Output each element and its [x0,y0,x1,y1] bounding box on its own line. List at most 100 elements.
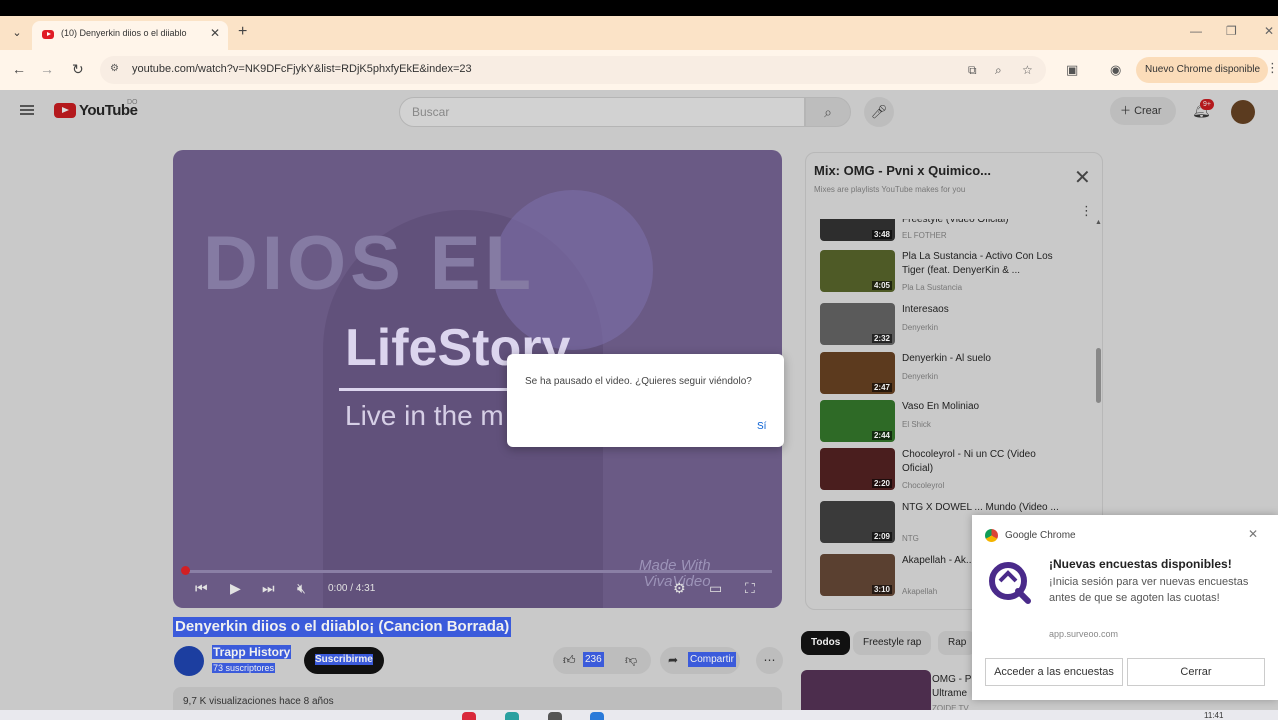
taskbar-app-icon[interactable] [505,712,519,720]
item-channel: Akapellah [902,587,938,596]
close-icon[interactable]: ✕ [1074,165,1091,190]
masthead: YouTube DO Buscar ⌕ 🎤︎ ＋ Crear 🔔︎ 9+ [0,90,1278,134]
video-overlay-live: Live in the m [345,400,504,431]
item-title: Pla La Sustancia - Activo Con Los Tiger … [902,251,1053,276]
subscriber-count: 73 suscriptores [212,663,276,673]
avatar[interactable] [1231,100,1255,124]
previous-icon[interactable]: ⏮ [195,580,208,597]
bookmark-star-icon[interactable]: ☆ [1022,63,1033,77]
tab-search-button[interactable]: ⌄ [8,24,26,42]
chip-rap[interactable]: Rap [938,631,977,655]
create-button[interactable]: ＋ Crear [1110,97,1176,125]
notification-app-name: Google Chrome [1005,530,1076,541]
mute-icon[interactable]: 🔇︎ [297,580,306,597]
item-channel: Denyerkin [902,323,939,332]
item-channel: EL FOTHER [902,231,947,240]
access-surveys-button[interactable]: Acceder a las encuestas [985,658,1123,686]
video-thumbnail: 2:09 [820,501,895,543]
item-title: Denyerkin - Al suelo [902,353,991,364]
share-button[interactable]: ➦ Compartir [660,647,740,674]
duration: 3:10 [871,585,892,594]
fullscreen-icon[interactable]: ⛶ [745,580,755,597]
progress-scrubber[interactable] [181,566,190,575]
url-text[interactable]: youtube.com/watch?v=NK9DFcFjykY&list=RDj… [132,63,472,75]
thumbs-down-icon[interactable]: 👎︎ [625,653,637,668]
share-label: Compartir [688,652,736,667]
list-item[interactable]: 2:20 Chocoleyrol - Ni un CC (Video Ofici… [820,448,1090,492]
video-thumbnail: 2:20 [820,448,895,490]
video-thumbnail: 2:47 [820,352,895,394]
restore-button[interactable]: ❐ [1226,24,1237,38]
youtube-logo-icon[interactable] [54,103,76,118]
chrome-update-button[interactable]: Nuevo Chrome disponible [1136,57,1268,83]
notification-title: ¡Nuevas encuestas disponibles! [1049,557,1232,571]
paused-message: Se ha pausado el video. ¿Quieres seguir … [525,376,752,387]
new-tab-button[interactable]: + [238,23,247,41]
duration: 2:47 [871,383,892,392]
like-count[interactable]: 236 [583,652,604,667]
youtube-favicon-icon [42,30,54,39]
recommended-title[interactable]: OMG - P Ultrame [932,673,971,701]
playlist-title[interactable]: Mix: OMG - Pvni x Quimico... [814,163,991,178]
screen-top-border [0,0,1278,16]
video-thumbnail: 3:48 [820,219,895,241]
playlist-more-icon[interactable]: ⋮ [1080,203,1093,219]
taskbar-app-icon[interactable] [590,712,604,720]
tab-title: (10) Denyerkin diios o el diiablo [61,28,187,38]
tab-active[interactable]: (10) Denyerkin diios o el diiablo ✕ [32,21,228,50]
duration: 2:32 [871,334,892,343]
clock: 11:41 [1204,711,1224,720]
list-item[interactable]: 4:05 Pla La Sustancia - Activo Con Los T… [820,250,1090,294]
reload-icon[interactable]: ↻ [72,61,84,78]
forward-arrow-icon[interactable]: → [40,61,54,77]
next-icon[interactable]: ⏭ [262,580,275,597]
site-info-icon[interactable]: ⚙ [110,63,122,75]
chip-all[interactable]: Todos [801,631,851,655]
close-icon[interactable]: ✕ [1248,527,1258,541]
item-channel: Denyerkin [902,372,939,381]
menu-icon[interactable] [20,105,34,115]
tab-close-icon[interactable]: ✕ [210,26,220,40]
list-item[interactable]: 2:32 Interesaos Denyerkin [820,303,1090,347]
item-channel: NTG [902,534,919,543]
more-actions-icon[interactable]: ⋯ [756,647,783,674]
thumbs-up-icon[interactable]: 👍︎ [563,653,576,668]
notification-badge: 9+ [1200,99,1214,110]
channel-avatar[interactable] [174,646,204,676]
paused-dialog: Se ha pausado el video. ¿Quieres seguir … [507,354,784,447]
address-bar[interactable]: ⚙ youtube.com/watch?v=NK9DFcFjykY&list=R… [100,56,1046,84]
item-title: NTG X DOWEL ... Mundo (Video ... [902,502,1059,513]
taskbar-app-icon[interactable] [548,712,562,720]
extensions-icon[interactable]: ▣ [1066,62,1078,78]
back-arrow-icon[interactable]: ← [12,61,26,77]
progress-bar[interactable] [183,570,772,573]
chrome-menu-icon[interactable]: ⋮ [1266,60,1278,76]
minimize-button[interactable]: — [1190,24,1202,38]
duration: 3:48 [871,230,892,239]
zoom-icon[interactable]: ⌕ [995,63,1002,78]
play-icon[interactable]: ▶ [230,580,241,597]
search-input[interactable]: Buscar [399,97,805,127]
close-window-button[interactable]: ✕ [1264,24,1274,38]
subscribe-button[interactable]: Suscribirme [304,647,384,674]
settings-gear-icon[interactable]: ⚙ [673,580,686,597]
close-notification-button[interactable]: Cerrar [1127,658,1265,686]
profile-icon[interactable]: ◉ [1110,62,1121,78]
channel-name[interactable]: Trapp History [212,645,292,659]
continue-yes-button[interactable]: Sí [757,421,766,432]
taskbar-app-icon[interactable] [462,712,476,720]
browser-toolbar: ← → ↻ ⚙ youtube.com/watch?v=NK9DFcFjykY&… [0,50,1278,90]
notification-domain: app.surveoo.com [1049,629,1119,639]
list-item[interactable]: 2:47 Denyerkin - Al suelo Denyerkin [820,352,1090,396]
time-display: 0:00 / 4:31 [328,583,376,594]
list-item[interactable]: 3:48 Freestyle (Video Oficial) EL FOTHER [820,219,1090,243]
video-overlay-text: DIOS EL [203,221,536,306]
country-code: DO [127,99,138,106]
chip-freestyle-rap[interactable]: Freestyle rap [853,631,932,655]
microphone-icon[interactable]: 🎤︎ [864,97,894,127]
search-icon[interactable]: ⌕ [805,97,851,127]
list-item[interactable]: 2:44 Vaso En Moliniao El Shick [820,400,1090,444]
cast-icon[interactable]: ⧉ [968,63,977,78]
view-count: 9,7 K visualizaciones hace 8 años [183,696,334,707]
theater-mode-icon[interactable]: ▭ [709,580,722,597]
